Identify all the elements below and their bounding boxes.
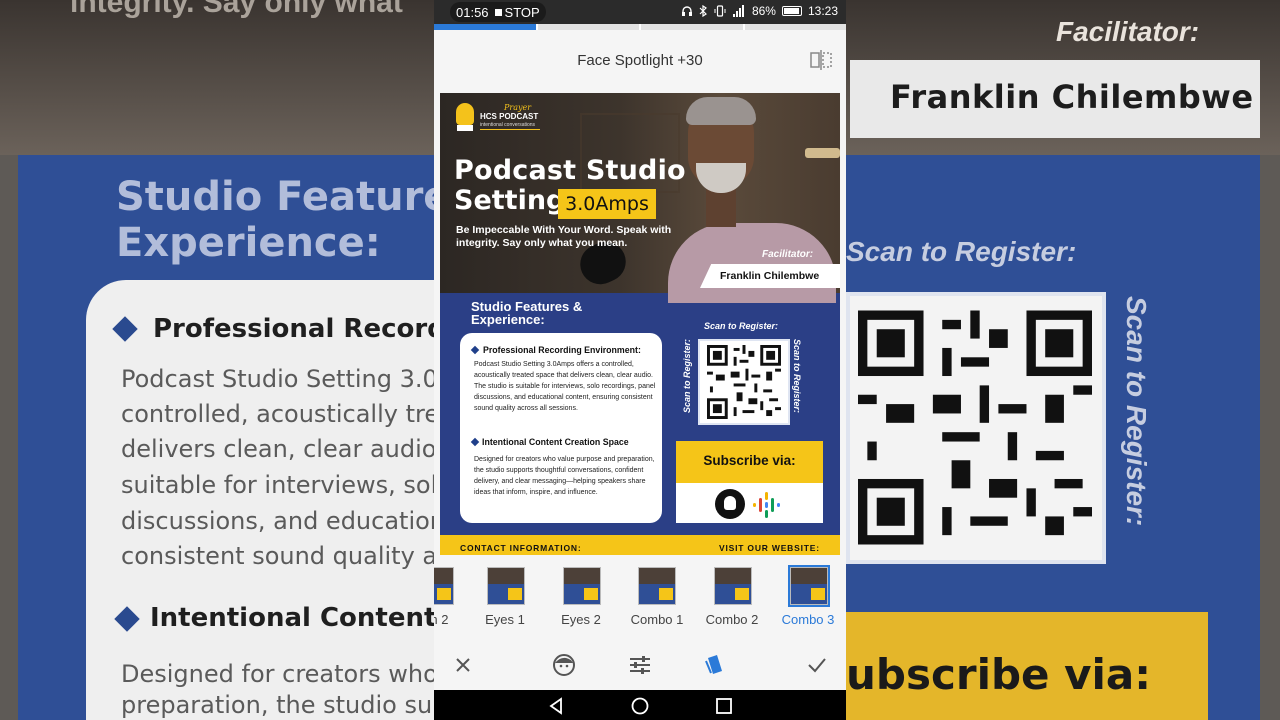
compare-icon[interactable] [810, 50, 832, 70]
vibrate-icon [714, 5, 726, 17]
logo-name: HCS PODCAST [480, 112, 539, 121]
bluetooth-icon [699, 5, 707, 17]
editor-top-bar: Face Spotlight +30 [434, 30, 846, 90]
poster-facilitator-label: Facilitator: [762, 249, 814, 260]
apply-button[interactable] [804, 652, 830, 678]
stop-label: STOP [504, 4, 540, 20]
preset-thumb-selected[interactable] [788, 565, 830, 607]
filters-button[interactable] [702, 652, 728, 678]
background-qr-code [858, 310, 1092, 545]
close-icon [456, 658, 470, 672]
background-body-line: consistent sound quality an [121, 542, 453, 570]
stop-recording-button[interactable]: STOP [494, 4, 540, 20]
background-body-line: delivers clean, clear audio. [121, 435, 444, 463]
poster-man-neck [706, 189, 736, 227]
stop-icon [494, 8, 502, 16]
background-heading2: Intentional Content [150, 603, 437, 633]
poster-features-title: Studio Features & Experience: [471, 299, 583, 327]
face-icon [553, 654, 575, 676]
poster-tagline: Be Impeccable With Your Word. Speak with… [456, 224, 672, 249]
poster-man-body [668, 223, 836, 303]
preset-thumb[interactable] [714, 567, 752, 605]
lightbulb-logo-icon [456, 103, 474, 125]
background-features-line2: Experience: [116, 220, 381, 266]
logo-underline [480, 129, 540, 130]
headphones-icon [681, 6, 692, 16]
poster-lamp [805, 148, 840, 158]
background-features-title: Studio Features Experience: [116, 174, 474, 266]
snapchat-icon [715, 489, 745, 519]
background-facilitator-name: Franklin Chilembwe [890, 78, 1254, 116]
preset-label[interactable]: Eyes 2 [543, 612, 619, 627]
close-button[interactable] [450, 652, 476, 678]
poster-scan-label: Scan to Register: [704, 321, 779, 331]
signal-icon [732, 5, 744, 17]
logo-stand [457, 125, 473, 131]
background-body-line: controlled, acoustically trea [121, 400, 454, 428]
clock: 13:23 [807, 4, 838, 18]
feature1-body: Podcast Studio Setting 3.0Amps offers a … [474, 361, 656, 412]
navigation-bar [434, 690, 846, 720]
poster-scan-left: Scan to Register: [682, 339, 692, 414]
background-body-line: suitable for interviews, solo [121, 471, 452, 499]
background-scan-label: Scan to Register: [846, 236, 1077, 267]
poster-scan-right: Scan to Register: [792, 339, 802, 414]
adjust-button[interactable] [627, 652, 653, 678]
background-top-text: integrity. Say only what [70, 0, 403, 19]
background-features-line1: Studio Features [116, 174, 475, 220]
background-body2-line: preparation, the studio supp [121, 691, 463, 719]
background-body-line: discussions, and educationa [121, 507, 460, 535]
effect-title: Face Spotlight +30 [577, 52, 703, 69]
background-heading1: Professional Recordi [153, 314, 455, 344]
background-subscribe-text: ubscribe via: [846, 650, 1152, 699]
check-icon [808, 658, 826, 673]
poster-title-line1: Podcast Studio [454, 155, 686, 186]
preset-thumb[interactable] [563, 567, 601, 605]
website-label: VISIT OUR WEBSITE: [719, 543, 820, 553]
poster-title-line2: Setting [454, 185, 566, 216]
editor-toolbar [434, 640, 846, 690]
preset-label[interactable]: Combo 1 [619, 612, 695, 627]
battery-icon [781, 6, 802, 16]
feature2-title: Intentional Content Creation Space [482, 437, 629, 447]
preset-thumb[interactable] [638, 567, 676, 605]
preset-label-selected[interactable]: Combo 3 [770, 612, 846, 627]
preset-label[interactable]: Combo 2 [694, 612, 770, 627]
home-icon[interactable] [630, 696, 650, 716]
face-tool-button[interactable] [551, 652, 577, 678]
poster-man-hair [686, 97, 756, 125]
screen-recorder-pill[interactable]: 01:56 STOP [450, 2, 546, 22]
preset-thumb[interactable] [434, 567, 454, 605]
background-facilitator-label: Facilitator: [1056, 16, 1200, 47]
status-bar: 01:56 STOP 86% 13:23 [434, 0, 846, 24]
recording-time: 01:56 [456, 4, 489, 20]
background-scan-vertical: Scan to Register: [1121, 296, 1152, 527]
battery-percent: 86% [751, 4, 776, 18]
preset-thumb[interactable] [487, 567, 525, 605]
back-icon[interactable] [546, 696, 566, 716]
recents-icon[interactable] [714, 696, 734, 716]
poster-amps-badge: 3.0Amps [558, 189, 656, 219]
poster-facilitator-name: Franklin Chilembwe [720, 270, 820, 282]
subscribe-platforms [676, 483, 823, 523]
feature1-title: Professional Recording Environment: [483, 345, 641, 355]
background-body-line: Podcast Studio Setting 3.0A [121, 365, 455, 393]
status-icons: 86% 13:23 [681, 4, 838, 18]
preset-label[interactable]: Eyes 1 [467, 612, 543, 627]
adjust-sliders-icon [630, 656, 650, 674]
preset-strip: oth 2 Eyes 1 Eyes 2 Combo 1 Combo 2 Comb… [434, 560, 846, 635]
logo-script: Prayer [504, 103, 532, 112]
feature2-body: Designed for creators who value purpose … [474, 456, 655, 496]
google-podcasts-icon [753, 492, 780, 518]
logo-tagline: intentional conversations [480, 122, 536, 128]
poster-preview[interactable]: Prayer HCS PODCAST intentional conversat… [440, 93, 840, 555]
contact-label: CONTACT INFORMATION: [460, 543, 582, 553]
phone-screen: 01:56 STOP 86% 13:23 Face Spotlight +30 [434, 0, 846, 720]
qr-code [707, 345, 781, 419]
subscribe-label: Subscribe via: [703, 453, 796, 468]
filters-icon [705, 655, 722, 674]
